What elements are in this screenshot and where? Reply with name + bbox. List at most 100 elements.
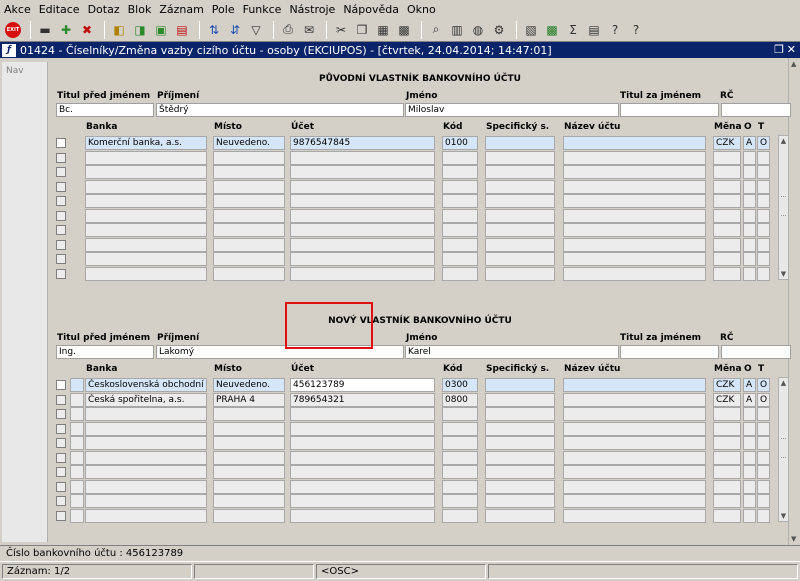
cell-nazev[interactable] xyxy=(563,266,706,281)
scroll-up-icon[interactable]: ▲ xyxy=(791,60,796,68)
titul-pred-field[interactable]: Bc. xyxy=(56,103,154,117)
row-checkbox[interactable] xyxy=(56,467,66,477)
menu-item[interactable]: Blok xyxy=(128,3,152,16)
cell-specificky[interactable] xyxy=(485,252,555,266)
cell-t[interactable] xyxy=(757,208,770,223)
cell-t[interactable] xyxy=(757,194,770,208)
cell-nazev[interactable] xyxy=(563,465,706,479)
cell-nazev[interactable] xyxy=(563,237,706,252)
scroll-up-icon[interactable]: ▲ xyxy=(779,378,788,388)
cell-nazev[interactable] xyxy=(563,436,706,450)
cell-t[interactable] xyxy=(757,436,770,450)
cell-misto[interactable]: Neuvedeno. xyxy=(213,136,285,150)
cell-mena[interactable]: CZK xyxy=(713,136,741,150)
cell-nazev[interactable] xyxy=(563,136,706,150)
copy-button[interactable]: ❐ xyxy=(353,21,371,39)
cell-o[interactable] xyxy=(743,479,756,494)
table-scrollbar[interactable]: ▲ ▼ xyxy=(778,377,789,522)
cell-misto[interactable] xyxy=(213,208,285,223)
help-button[interactable]: ? xyxy=(606,21,624,39)
sort-desc-button[interactable]: ⇵ xyxy=(226,21,244,39)
row-checkbox[interactable] xyxy=(56,380,66,390)
cell-ucet[interactable] xyxy=(290,508,435,523)
excel-button[interactable]: ▩ xyxy=(543,21,561,39)
cell-misto[interactable] xyxy=(213,179,285,194)
cell-misto[interactable] xyxy=(213,165,285,179)
cell-t[interactable] xyxy=(757,450,770,465)
row-checkbox[interactable] xyxy=(56,225,66,235)
cell-misto[interactable] xyxy=(213,508,285,523)
cell-misto[interactable] xyxy=(213,465,285,479)
cell-t[interactable] xyxy=(757,407,770,421)
row-indicator[interactable] xyxy=(70,450,84,465)
cell-mena[interactable] xyxy=(713,179,741,194)
cell-nazev[interactable] xyxy=(563,208,706,223)
scroll-down-icon[interactable]: ▼ xyxy=(791,535,796,543)
find-button[interactable]: ⌕ xyxy=(427,21,445,39)
cell-mena[interactable] xyxy=(713,508,741,523)
globe-button[interactable]: ◍ xyxy=(469,21,487,39)
cell-specificky[interactable] xyxy=(485,465,555,479)
cell-ucet[interactable] xyxy=(290,194,435,208)
cell-kod[interactable] xyxy=(442,465,478,479)
sum-button[interactable]: Σ xyxy=(564,21,582,39)
cell-banka[interactable] xyxy=(85,421,207,436)
cell-mena[interactable] xyxy=(713,223,741,237)
cell-o[interactable] xyxy=(743,494,756,508)
cell-o[interactable] xyxy=(743,165,756,179)
cell-specificky[interactable] xyxy=(485,194,555,208)
cell-ucet[interactable] xyxy=(290,421,435,436)
cell-o[interactable] xyxy=(743,465,756,479)
paste-button[interactable]: ▦ xyxy=(374,21,392,39)
new-record-button[interactable]: ✚ xyxy=(57,21,75,39)
row-checkbox[interactable] xyxy=(56,152,66,163)
cell-banka[interactable] xyxy=(85,165,207,179)
cell-kod[interactable] xyxy=(442,194,478,208)
cell-misto[interactable] xyxy=(213,421,285,436)
cell-banka[interactable] xyxy=(85,508,207,523)
filter-button[interactable]: ▽ xyxy=(247,21,265,39)
cell-specificky[interactable] xyxy=(485,266,555,281)
cell-mena[interactable]: CZK xyxy=(713,392,741,407)
cell-banka[interactable] xyxy=(85,266,207,281)
cell-specificky[interactable] xyxy=(485,407,555,421)
cell-kod[interactable] xyxy=(442,208,478,223)
cell-banka[interactable] xyxy=(85,436,207,450)
cell-misto[interactable] xyxy=(213,450,285,465)
cell-o[interactable] xyxy=(743,194,756,208)
cell-nazev[interactable] xyxy=(563,179,706,194)
cut-button[interactable]: ✂ xyxy=(332,21,350,39)
cell-kod[interactable] xyxy=(442,436,478,450)
cell-mena[interactable] xyxy=(713,237,741,252)
row-checkbox[interactable] xyxy=(56,438,66,448)
menu-item[interactable]: Pole xyxy=(212,3,235,16)
cell-specificky[interactable] xyxy=(485,392,555,407)
cell-kod[interactable] xyxy=(442,266,478,281)
cell-kod[interactable] xyxy=(442,407,478,421)
cell-o[interactable] xyxy=(743,237,756,252)
cell-misto[interactable] xyxy=(213,436,285,450)
cell-specificky[interactable] xyxy=(485,150,555,165)
cell-kod[interactable]: 0100 xyxy=(442,136,478,150)
row-indicator[interactable] xyxy=(70,508,84,523)
row-checkbox[interactable] xyxy=(56,167,66,177)
cell-t[interactable] xyxy=(757,223,770,237)
row-indicator[interactable] xyxy=(70,378,84,392)
cell-specificky[interactable] xyxy=(485,508,555,523)
cell-ucet[interactable] xyxy=(290,494,435,508)
mail-button[interactable]: ✉ xyxy=(300,21,318,39)
scroll-grip[interactable] xyxy=(781,196,786,216)
sort-asc-button[interactable]: ⇅ xyxy=(205,21,223,39)
cell-mena[interactable] xyxy=(713,450,741,465)
cell-mena[interactable] xyxy=(713,421,741,436)
row-indicator[interactable] xyxy=(70,479,84,494)
cell-nazev[interactable] xyxy=(563,378,706,392)
row-indicator[interactable] xyxy=(70,392,84,407)
first-button[interactable]: ◧ xyxy=(110,21,128,39)
cell-ucet[interactable] xyxy=(290,223,435,237)
cell-t[interactable] xyxy=(757,494,770,508)
titul-pred-field[interactable]: Ing. xyxy=(56,345,154,359)
cell-ucet[interactable] xyxy=(290,407,435,421)
cell-kod[interactable] xyxy=(442,421,478,436)
cell-banka[interactable] xyxy=(85,208,207,223)
